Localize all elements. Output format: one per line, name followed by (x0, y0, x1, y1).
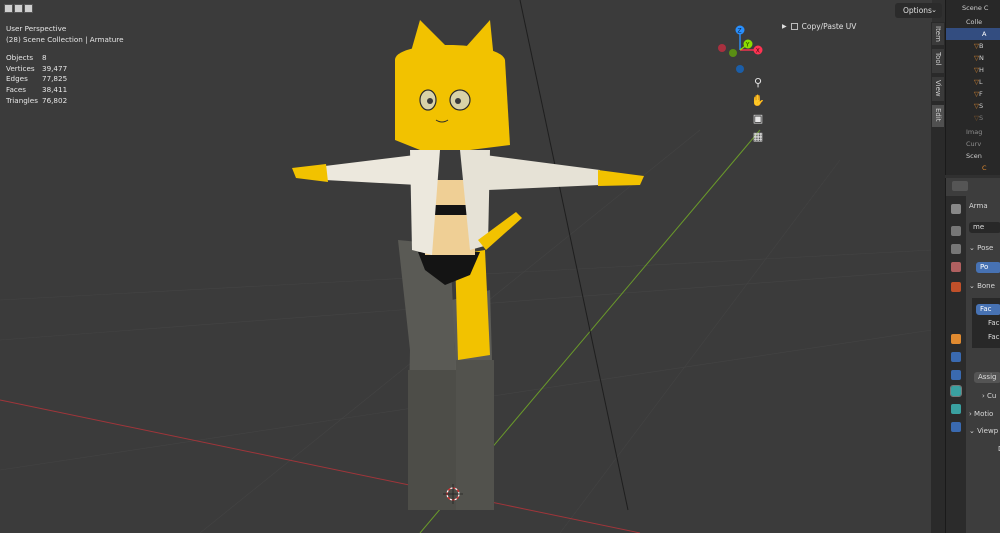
tab-tool[interactable]: Tool (931, 48, 945, 74)
outliner-item[interactable]: ▽S (946, 100, 1000, 112)
svg-text:Z: Z (738, 28, 742, 35)
right-arm (485, 155, 600, 190)
armature-data-field[interactable]: me (969, 222, 1000, 233)
copy-paste-uv-panel[interactable]: ▶ Copy/Paste UV (782, 22, 856, 31)
tab-edit[interactable]: Edit (931, 104, 945, 128)
view-name: User Perspective (6, 24, 67, 33)
navigation-gizmo[interactable]: Z X Y (718, 25, 763, 74)
scene-tab-icon[interactable] (951, 262, 961, 272)
select-subtract-icon[interactable] (24, 4, 33, 13)
pan-hand-icon[interactable]: ✋ (750, 93, 766, 109)
tab-item[interactable]: Item (931, 22, 945, 46)
world-tab-icon[interactable] (951, 282, 961, 292)
stat-row: Triangles 76,802 (6, 95, 68, 105)
list-item[interactable]: Fac (984, 318, 1000, 329)
gizmo-neg-x-icon[interactable] (718, 44, 726, 52)
bone-constraint-tab-icon[interactable] (951, 422, 961, 432)
select-box-icon[interactable] (4, 4, 13, 13)
bone-collections-header[interactable]: ⌄ Bone (969, 282, 995, 290)
custom-properties-header[interactable]: › Cu (982, 392, 996, 400)
properties-tabs (946, 196, 966, 533)
left-arm (325, 155, 418, 185)
object-tab-icon[interactable] (951, 334, 961, 344)
zoom-icon[interactable]: ⚲ (750, 75, 766, 91)
z-axis-line (519, 0, 629, 511)
chevron-down-icon: ⌄ (931, 6, 937, 14)
list-item[interactable]: Fac (984, 332, 1000, 343)
stat-row: Vertices 39,477 (6, 63, 68, 73)
outliner-item[interactable]: ▽N (946, 52, 1000, 64)
collection-path: (28) Scene Collection | Armature (6, 34, 124, 44)
gizmo-neg-z-icon[interactable] (736, 65, 744, 73)
copy-paste-uv-label: Copy/Paste UV (801, 22, 857, 31)
stat-row: Edges 77,825 (6, 74, 68, 84)
outliner-item[interactable]: Colle (946, 16, 1000, 28)
outliner-item[interactable]: ▽H (946, 64, 1000, 76)
motion-paths-header[interactable]: › Motio (969, 410, 993, 418)
bone-tab-icon[interactable] (951, 404, 961, 414)
outliner-item-armature[interactable]: A (946, 28, 1000, 40)
grid-perspective-icon[interactable]: ▦ (750, 129, 766, 145)
render-tab-icon[interactable] (951, 226, 961, 236)
options-label: Options (903, 6, 932, 15)
mode-selector[interactable] (4, 4, 33, 13)
scene-canvas[interactable]: Z X Y (0, 0, 932, 533)
editor-type-icon[interactable] (952, 181, 968, 191)
svg-text:X: X (756, 48, 760, 55)
left-hand (292, 164, 328, 182)
outliner-panel: Scene C Colle A ▽B ▽N ▽H ▽L ▽F ▽S ▽S Ima… (945, 0, 1000, 175)
checkbox-icon[interactable] (790, 23, 798, 30)
outliner-scene-collection[interactable]: Scene C (946, 2, 1000, 14)
outliner-item[interactable]: ▽L (946, 76, 1000, 88)
camera-icon[interactable]: ▣ (750, 111, 766, 127)
3d-viewport[interactable]: Z X Y User Perspective (28) Scene Collec… (0, 0, 932, 533)
stat-row: Faces 38,411 (6, 84, 68, 94)
outliner-item[interactable]: ▽F (946, 88, 1000, 100)
right-hand (598, 170, 644, 186)
outliner-item[interactable]: ▽B (946, 40, 1000, 52)
sidebar-tabs: Item Tool View Edit (931, 22, 945, 533)
output-tab-icon[interactable] (951, 244, 961, 254)
properties-panel: Arma me ⌄ Pose Po ⌄ Bone Fac Fac Fac Ass… (945, 178, 1000, 533)
assign-button[interactable]: Assig (974, 372, 1000, 383)
modifier-tab-icon[interactable] (951, 352, 961, 362)
pose-position-button[interactable]: Po (976, 262, 1000, 273)
armature-data-tab-icon[interactable] (950, 385, 962, 397)
select-extend-icon[interactable] (14, 4, 23, 13)
svg-text:Y: Y (745, 42, 750, 49)
options-button[interactable]: Options ⌄ (895, 3, 942, 18)
properties-header: Arma (969, 202, 988, 210)
outliner-item[interactable]: Curv (946, 138, 1000, 150)
chevron-right-icon[interactable]: ▶ (782, 23, 787, 30)
physics-tab-icon[interactable] (951, 370, 961, 380)
outliner-item[interactable]: Imag (946, 126, 1000, 138)
tab-view[interactable]: View (931, 76, 945, 102)
outliner-item[interactable]: ▽S (946, 112, 1000, 124)
character-model[interactable] (292, 20, 644, 510)
pose-panel-header[interactable]: ⌄ Pose (969, 244, 993, 252)
tool-tab-icon[interactable] (951, 204, 961, 214)
list-item[interactable]: Fac (976, 304, 1000, 315)
x-axis-line (0, 399, 641, 533)
right-boot (456, 360, 494, 510)
gizmo-neg-y-icon[interactable] (729, 49, 737, 57)
viewport-stats-overlay: User Perspective (28) Scene Collection |… (6, 24, 124, 106)
outliner-item[interactable]: C (946, 162, 1000, 174)
outliner-item[interactable]: Scen (946, 150, 1000, 162)
stat-row: Objects 8 (6, 53, 47, 63)
viewport-display-header[interactable]: ⌄ Viewp (969, 427, 998, 435)
